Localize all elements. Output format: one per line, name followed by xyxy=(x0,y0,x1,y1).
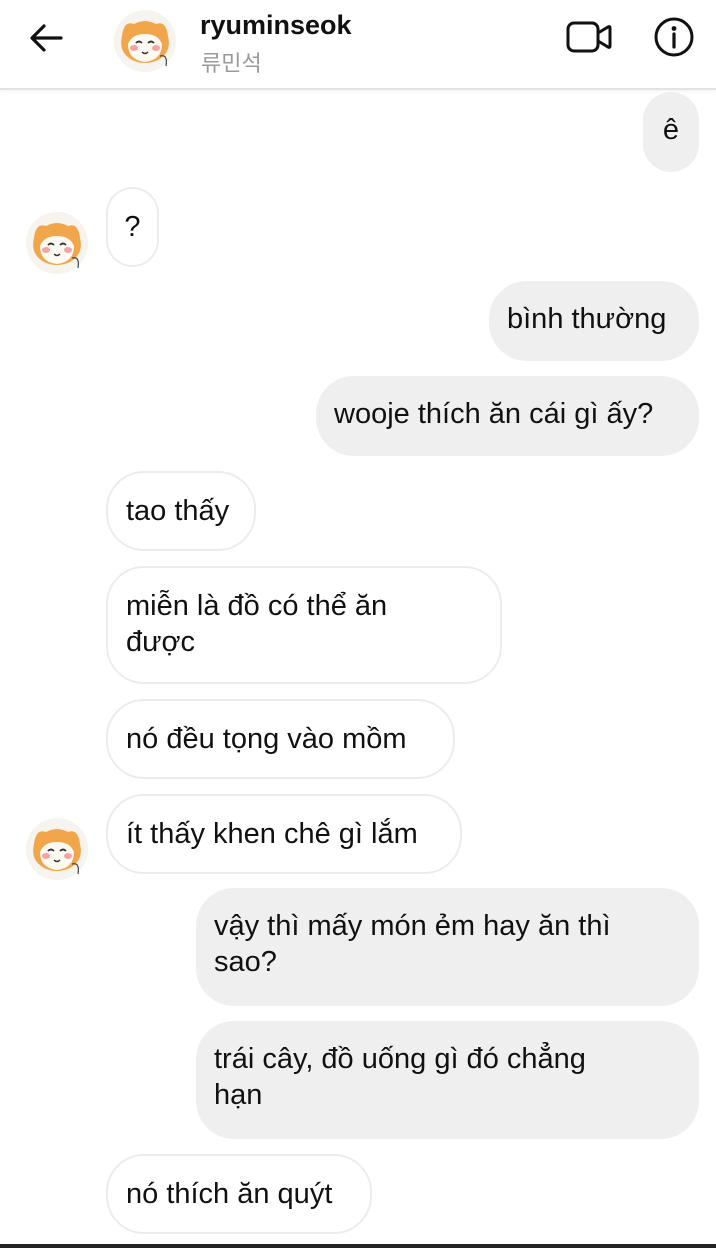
avatar[interactable] xyxy=(26,212,88,274)
message-outgoing[interactable]: bình thường xyxy=(489,281,699,361)
message-outgoing[interactable]: vậy thì mấy món ẻm hay ăn thì sao? xyxy=(196,888,699,1006)
avatar[interactable] xyxy=(26,818,88,880)
avatar[interactable] xyxy=(114,10,176,72)
message-incoming[interactable]: nó thích ăn quýt xyxy=(106,1154,372,1234)
video-call-icon xyxy=(566,20,612,59)
bottom-divider xyxy=(0,1244,716,1248)
video-call-button[interactable] xyxy=(564,18,614,60)
arrow-left-icon xyxy=(28,22,64,59)
message-outgoing[interactable]: wooje thích ăn cái gì ấy? xyxy=(316,376,699,456)
message-incoming[interactable]: ít thấy khen chê gì lắm xyxy=(106,794,462,874)
back-button[interactable] xyxy=(24,20,68,60)
message-outgoing[interactable]: ê xyxy=(643,92,699,172)
message-incoming[interactable]: ? xyxy=(106,187,159,267)
message-outgoing[interactable]: trái cây, đồ uống gì đó chẳng hạn xyxy=(196,1021,699,1139)
chat-username[interactable]: ryuminseok xyxy=(200,10,352,41)
info-icon xyxy=(653,16,695,63)
message-incoming[interactable]: miễn là đồ có thể ăn được xyxy=(106,566,502,684)
info-button[interactable] xyxy=(652,17,696,61)
message-incoming[interactable]: nó đều tọng vào mồm xyxy=(106,699,455,779)
message-incoming[interactable]: tao thấy xyxy=(106,471,256,551)
chat-subtitle: 류민석 xyxy=(201,51,262,76)
chat-header: ryuminseok 류민석 xyxy=(0,0,716,90)
